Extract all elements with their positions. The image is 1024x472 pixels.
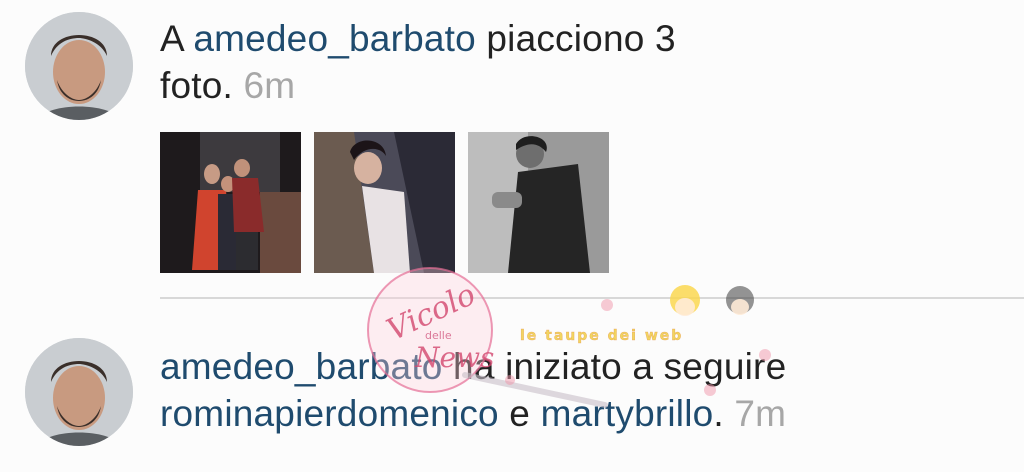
action-text: ha iniziato a seguire <box>442 346 787 387</box>
prefix-text: A <box>160 18 194 59</box>
followed-user-link[interactable]: martybrillo <box>541 393 714 434</box>
notification-follow-text: amedeo_barbato ha iniziato a seguire rom… <box>160 343 786 437</box>
photo-thumbnail[interactable] <box>160 132 301 273</box>
avatar[interactable] <box>25 338 133 446</box>
action-text-cont: foto. <box>160 65 233 106</box>
action-text: piacciono 3 <box>475 18 676 59</box>
username-link[interactable]: amedeo_barbato <box>160 346 443 387</box>
username-link[interactable]: amedeo_barbato <box>193 18 476 59</box>
photo-thumbnail[interactable] <box>468 132 609 273</box>
notification-like-text: A amedeo_barbato piacciono 3 foto. 6m <box>160 15 676 109</box>
watermark-logo-line2: delle <box>425 329 452 342</box>
timestamp: 7m <box>734 393 787 434</box>
conjunction-text: e <box>498 393 541 434</box>
avatar[interactable] <box>25 12 133 120</box>
photo-thumbnail[interactable] <box>314 132 455 273</box>
watermark-logo-line1: Vicolo <box>382 277 481 348</box>
divider <box>160 297 1024 299</box>
watermark-banner: le taupe dei web <box>520 328 683 344</box>
suffix-text: . <box>713 393 724 434</box>
timestamp: 6m <box>243 65 296 106</box>
followed-user-link[interactable]: rominapierdomenico <box>160 393 499 434</box>
